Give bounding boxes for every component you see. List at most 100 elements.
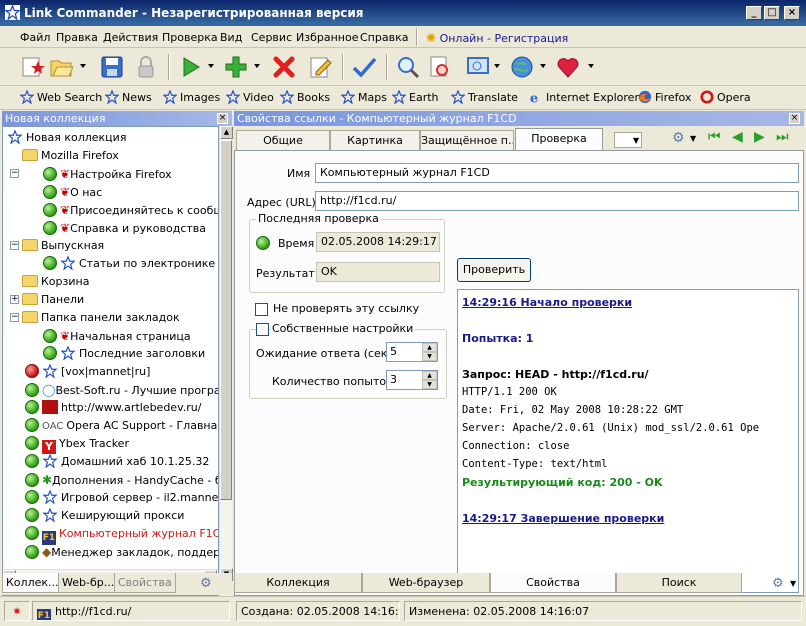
tree-item[interactable]: [vox|mannet|ru]: [25, 363, 150, 381]
menu-service[interactable]: Сервис: [251, 31, 292, 44]
url-field[interactable]: http://f1cd.ru/: [315, 191, 799, 211]
chevron-down-icon[interactable]: ▼: [690, 134, 696, 143]
chevron-down-icon[interactable]: [540, 64, 546, 68]
menu-help[interactable]: Справка: [360, 31, 408, 44]
close-button[interactable]: ×: [784, 6, 800, 20]
edit-icon[interactable]: [306, 53, 334, 81]
vertical-scrollbar[interactable]: ▲ ▼: [219, 126, 233, 596]
chevron-down-icon[interactable]: [208, 64, 214, 68]
tree-item[interactable]: http://www.artlebedev.ru/: [25, 399, 201, 417]
scroll-thumb[interactable]: [220, 140, 232, 500]
no-check-checkbox[interactable]: [255, 303, 268, 316]
log-end[interactable]: 14:29:17 Завершение проверки: [462, 512, 664, 525]
check-icon[interactable]: [350, 53, 378, 81]
document-search-icon[interactable]: [426, 53, 454, 81]
collapse-toggle[interactable]: −: [10, 169, 19, 178]
tab-protected[interactable]: Защищённое п...: [420, 130, 514, 150]
maximize-button[interactable]: □: [764, 6, 780, 20]
tree-item[interactable]: ◆Менеджер закладок, поддер: [25, 543, 218, 561]
tab-check[interactable]: Проверка: [515, 128, 603, 151]
save-icon[interactable]: [98, 53, 126, 81]
menu-file[interactable]: Файл: [20, 31, 50, 44]
screen-icon[interactable]: [464, 53, 492, 81]
tree-root[interactable]: Новая коллекция: [7, 129, 126, 147]
spin-down-icon[interactable]: ▼: [422, 352, 437, 361]
online-registration-link[interactable]: ✺ Онлайн - Регистрация: [426, 31, 568, 45]
expand-toggle[interactable]: +: [10, 295, 19, 304]
tree-item[interactable]: ❦Присоединяйтесь к сообщ: [43, 201, 218, 219]
tree-item[interactable]: ✱Дополнения - HandyCache - бе: [25, 471, 218, 489]
tree-item[interactable]: OACOpera AC Support - Главная ст: [25, 417, 218, 435]
close-icon[interactable]: ×: [217, 113, 228, 124]
search-icon[interactable]: [394, 53, 422, 81]
color-picker[interactable]: ▼: [614, 132, 642, 148]
chevron-down-icon[interactable]: ▼: [790, 579, 796, 588]
menu-view[interactable]: Вид: [220, 31, 242, 44]
link-books[interactable]: Books: [280, 90, 330, 106]
tree-item[interactable]: ❦Справка и руководства: [43, 219, 206, 237]
new-collection-icon[interactable]: [18, 53, 46, 81]
tree-item[interactable]: Статьи по электронике: [43, 255, 215, 273]
globe-icon[interactable]: [508, 53, 536, 81]
link-translate[interactable]: Translate: [451, 90, 518, 106]
lock-icon[interactable]: [132, 53, 160, 81]
tree-item[interactable]: Домашний хаб 10.1.25.32: [25, 453, 209, 471]
tree-folder[interactable]: Корзина: [22, 273, 89, 291]
menu-actions[interactable]: Действия: [103, 31, 158, 44]
add-icon[interactable]: [222, 53, 250, 81]
close-icon[interactable]: ×: [789, 113, 800, 124]
check-button[interactable]: Проверить: [457, 258, 531, 282]
title-bar[interactable]: Link Commander - Незарегистрированная ве…: [0, 0, 806, 26]
link-opera[interactable]: Opera: [700, 90, 751, 106]
spin-up-icon[interactable]: ▲: [422, 343, 437, 352]
collection-tree[interactable]: Новая коллекция − Mozilla Firefox ❦Настр…: [2, 126, 219, 596]
tree-item[interactable]: ◯Best-Soft.ru - Лучшие програм: [25, 381, 218, 399]
tab-properties[interactable]: Свойства: [490, 573, 616, 593]
tab-search[interactable]: Поиск: [616, 573, 742, 593]
gear-icon[interactable]: ⚙: [772, 576, 784, 591]
tree-item[interactable]: ❦Начальная страница: [43, 327, 191, 345]
tab-web-browser[interactable]: Web-бр...: [58, 573, 119, 593]
open-folder-icon[interactable]: [48, 53, 76, 81]
chevron-down-icon[interactable]: [588, 64, 594, 68]
tree-folder[interactable]: Папка панели закладок: [22, 309, 180, 327]
tab-picture[interactable]: Картинка: [330, 130, 420, 150]
tree-item[interactable]: Кеширующий прокси: [25, 507, 184, 525]
link-video[interactable]: Video: [226, 90, 274, 106]
tree-item[interactable]: Последние заголовки: [43, 345, 205, 363]
prev-icon[interactable]: ◀: [732, 129, 743, 145]
chevron-down-icon[interactable]: [494, 64, 500, 68]
tree-item[interactable]: ❦О нас: [43, 183, 102, 201]
tab-web-browser[interactable]: Web-браузер: [362, 573, 490, 593]
next-icon[interactable]: ▶: [754, 129, 765, 145]
link-maps[interactable]: Maps: [341, 90, 387, 106]
link-internet-explorer[interactable]: e Internet Explorer: [529, 90, 639, 106]
chevron-down-icon[interactable]: [254, 64, 260, 68]
log-start[interactable]: 14:29:16 Начало проверки: [462, 296, 632, 309]
tab-properties[interactable]: Свойства: [114, 573, 176, 593]
menu-check[interactable]: Проверка: [162, 31, 218, 44]
menu-favorites[interactable]: Избранное: [296, 31, 358, 44]
own-settings-checkbox[interactable]: [256, 323, 269, 336]
minimize-button[interactable]: _: [746, 6, 762, 20]
link-earth[interactable]: Earth: [392, 90, 439, 106]
chevron-down-icon[interactable]: [80, 64, 86, 68]
play-icon[interactable]: [176, 53, 204, 81]
spin-up-icon[interactable]: ▲: [422, 371, 437, 380]
tab-general[interactable]: Общие: [236, 130, 330, 150]
delete-icon[interactable]: [270, 53, 298, 81]
collapse-toggle[interactable]: −: [10, 241, 19, 250]
link-web-search[interactable]: Web Search: [20, 90, 102, 106]
tree-item[interactable]: ❦Настройка Firefox: [43, 165, 172, 183]
menu-edit[interactable]: Правка: [56, 31, 98, 44]
first-icon[interactable]: ⏮: [708, 129, 721, 145]
tree-folder[interactable]: Панели: [22, 291, 84, 309]
tree-item-selected[interactable]: F1 Компьютерный журнал F1CD: [25, 525, 218, 545]
tree-item[interactable]: Y Ybex Tracker: [25, 435, 129, 454]
tree-item[interactable]: Игровой сервер - il2.mannet.la: [25, 489, 218, 507]
spin-down-icon[interactable]: ▼: [422, 380, 437, 389]
tree-folder[interactable]: Выпускная: [22, 237, 104, 255]
scroll-up-icon[interactable]: ▲: [220, 126, 233, 139]
gear-icon[interactable]: ⚙: [200, 576, 212, 591]
tab-collection[interactable]: Коллек...: [2, 573, 63, 593]
